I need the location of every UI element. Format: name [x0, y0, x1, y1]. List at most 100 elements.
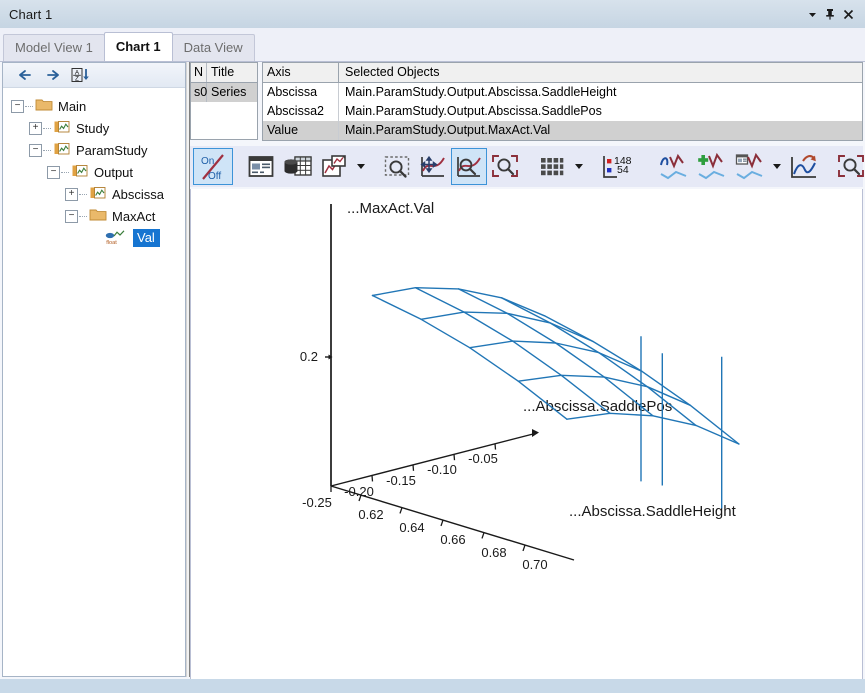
expander-minus-icon[interactable]: −: [11, 99, 24, 113]
series-cell-title: Series: [211, 85, 247, 99]
chart-window: Chart 1 Model View 1 Chart 1 Data View A…: [0, 0, 865, 693]
series-table-header: N Title: [191, 63, 257, 83]
saddlepos-axis: -0.25 -0.20 -0.15 -0.10 -0.05 ...Absciss…: [302, 398, 672, 510]
series-table[interactable]: N Title s0 Series: [190, 62, 258, 140]
table-row[interactable]: Abscissa2 Main.ParamStudy.Output.Absciss…: [263, 102, 862, 121]
series-cell-n: s0: [191, 83, 207, 102]
legend-button[interactable]: 148 54: [597, 148, 645, 185]
smooth-curve-button[interactable]: [655, 148, 693, 185]
tab-data-view[interactable]: Data View: [171, 34, 255, 61]
tree-node-val[interactable]: float Val: [9, 227, 185, 249]
legend-count-blue: 54: [617, 164, 629, 176]
export-curve-button[interactable]: [785, 148, 823, 185]
expander-minus-icon[interactable]: −: [47, 165, 60, 179]
tree-node-label: Abscissa: [112, 186, 165, 202]
tree-connector: [79, 193, 87, 195]
sort-az-icon[interactable]: A Z: [71, 67, 90, 84]
model-tree-panel: A Z − Main + Study − ParamStudy − Output…: [2, 62, 186, 677]
tab-model-view-1[interactable]: Model View 1: [3, 34, 105, 61]
new-chart-button[interactable]: [317, 148, 353, 185]
series-table-empty: [191, 102, 257, 139]
value-axis-tick-label: 0.2: [300, 349, 318, 364]
chevron-down-icon[interactable]: [575, 164, 583, 169]
table-row[interactable]: Abscissa Main.ParamStudy.Output.Abscissa…: [263, 83, 862, 102]
chart-file-icon: [53, 141, 71, 159]
tree-connector: [79, 215, 87, 217]
axis-cell-name: Abscissa: [263, 83, 339, 102]
tree-node-label: Main: [58, 98, 87, 114]
database-table-button[interactable]: [279, 148, 317, 185]
expander-plus-icon[interactable]: +: [65, 187, 78, 201]
tree-node-main[interactable]: − Main: [9, 95, 185, 117]
chevron-down-icon[interactable]: [773, 164, 781, 169]
axis-mapping-table[interactable]: Axis Selected Objects Abscissa Main.Para…: [262, 62, 863, 141]
table-row[interactable]: Value Main.ParamStudy.Output.MaxAct.Val: [263, 121, 862, 140]
tab-chart-1[interactable]: Chart 1: [103, 32, 173, 61]
tree-connector: [43, 149, 51, 151]
series-col-n: N: [191, 63, 207, 82]
axis-cell-object: Main.ParamStudy.Output.Abscissa.SaddleHe…: [345, 85, 617, 99]
series-settings-button[interactable]: [731, 148, 769, 185]
saddlepos-tick-label: -0.10: [427, 462, 457, 477]
tree-connector: [43, 127, 51, 129]
zoom-button[interactable]: [451, 148, 487, 185]
model-tree: − Main + Study − ParamStudy − Output + A…: [3, 88, 185, 249]
tree-node-output[interactable]: − Output: [9, 161, 185, 183]
chevron-down-icon[interactable]: [357, 164, 365, 169]
magnifier-button[interactable]: [833, 148, 865, 185]
view-tabs: Model View 1 Chart 1 Data View: [0, 28, 865, 62]
axis-cell-name: Abscissa2: [263, 102, 339, 121]
expander-minus-icon[interactable]: −: [65, 209, 78, 223]
svg-text:On: On: [201, 156, 214, 167]
tree-node-study[interactable]: + Study: [9, 117, 185, 139]
value-axis: 0.2 ...MaxAct.Val: [300, 200, 434, 486]
pan-button[interactable]: [415, 148, 451, 185]
expander-plus-icon[interactable]: +: [29, 121, 42, 135]
pin-icon[interactable]: [821, 4, 839, 24]
saddlepos-tick-label: -0.15: [386, 473, 416, 488]
saddleheight-tick-label: 0.70: [522, 557, 547, 572]
tree-node-maxact[interactable]: − MaxAct: [9, 205, 185, 227]
saddleheight-tick-label: 0.68: [481, 545, 506, 560]
tree-node-paramstudy[interactable]: − ParamStudy: [9, 139, 185, 161]
saddleheight-axis-label: ...Abscissa.SaddleHeight: [569, 503, 737, 520]
forward-icon[interactable]: [44, 68, 61, 82]
float-icon: float: [104, 229, 128, 248]
dropdown-icon[interactable]: [803, 4, 821, 24]
chart-file-icon: [71, 163, 89, 181]
saddlepos-tick-label: -0.05: [468, 451, 498, 466]
table-row[interactable]: s0 Series: [191, 83, 257, 102]
tree-node-label: MaxAct: [112, 208, 156, 224]
zoom-fit-button[interactable]: [487, 148, 523, 185]
rubber-band-zoom-button[interactable]: [379, 148, 415, 185]
saddleheight-axis: 0.62 0.64 0.66 0.68 0.70 ...Abscissa.Sad…: [330, 485, 737, 572]
series-config-area: N Title s0 Series Axis Selected Objects …: [190, 62, 863, 141]
tree-node-label: Study: [76, 120, 110, 136]
svg-text:Off: Off: [208, 171, 221, 182]
on-off-toggle-button[interactable]: On Off: [193, 148, 233, 185]
properties-button[interactable]: [243, 148, 279, 185]
tree-node-label: ParamStudy: [76, 142, 148, 158]
saddleheight-tick-label: 0.62: [358, 507, 383, 522]
svg-text:Z: Z: [75, 75, 79, 82]
grid-button[interactable]: [533, 148, 571, 185]
add-series-button[interactable]: [693, 148, 731, 185]
tree-node-label: Output: [94, 164, 134, 180]
axis-col-axis: Axis: [263, 63, 339, 82]
expander-minus-icon[interactable]: −: [29, 143, 42, 157]
chart-plot: 0.2 ...MaxAct.Val -0.25 -0.20 -0.15 -0.1…: [300, 200, 740, 572]
chart-editor-pane: N Title s0 Series Axis Selected Objects …: [190, 62, 865, 693]
svg-text:float: float: [106, 240, 117, 245]
window-title: Chart 1: [9, 6, 53, 22]
folder-icon: [89, 207, 107, 225]
back-icon[interactable]: [17, 68, 34, 82]
axis-cell-object: Main.ParamStudy.Output.Abscissa.SaddlePo…: [345, 104, 602, 118]
axis-col-objects: Selected Objects: [345, 65, 440, 79]
tree-node-abscissa[interactable]: + Abscissa: [9, 183, 185, 205]
chart-canvas[interactable]: 0.2 ...MaxAct.Val -0.25 -0.20 -0.15 -0.1…: [190, 189, 863, 693]
axis-cell-name: Value: [263, 121, 339, 140]
close-icon[interactable]: [839, 4, 857, 24]
tree-connector: [61, 171, 69, 173]
folder-icon: [35, 97, 53, 115]
surface-wireframe: [371, 286, 740, 445]
